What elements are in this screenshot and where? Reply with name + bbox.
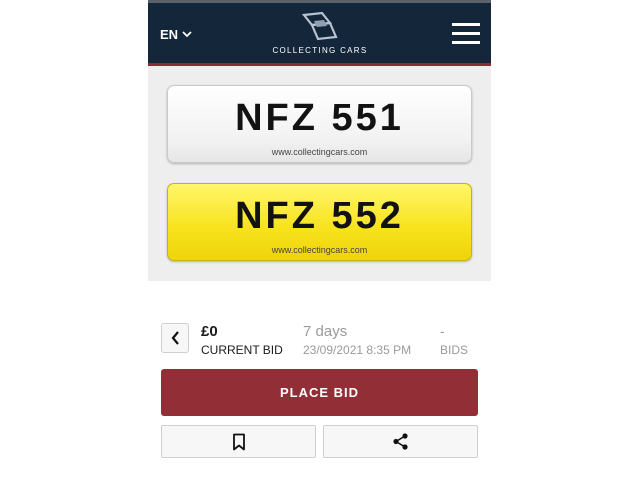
bids-count: - (440, 323, 445, 339)
menu-bar-line (452, 23, 480, 26)
app-screen: EN COLLECTING CARS NFZ 551 www.collectin… (148, 0, 491, 480)
plate-number: NFZ 552 (235, 195, 404, 237)
bids-label: BIDS (440, 343, 469, 357)
share-button[interactable] (323, 425, 478, 458)
menu-button[interactable] (452, 23, 480, 45)
menu-bar-line (452, 32, 480, 35)
number-plate-white: NFZ 551 www.collectingcars.com (167, 85, 472, 163)
language-label: EN (160, 27, 179, 42)
brand-logo[interactable]: COLLECTING CARS (262, 11, 378, 59)
chevron-left-icon (171, 331, 179, 345)
language-selector[interactable]: EN (160, 27, 192, 42)
plate-url: www.collectingcars.com (271, 245, 368, 255)
share-icon (393, 433, 408, 450)
current-bid-label: CURRENT BID (201, 343, 283, 357)
bid-status-bar: £0 CURRENT BID 7 days 23/09/2021 8:35 PM… (148, 320, 491, 360)
place-bid-button[interactable]: PLACE BID (161, 369, 478, 416)
plate-url: www.collectingcars.com (271, 147, 368, 157)
time-remaining: 7 days (303, 323, 348, 340)
current-bid-amount: £0 (201, 323, 218, 340)
logo-mark-icon (301, 11, 338, 41)
chevron-down-icon (182, 31, 192, 38)
bookmark-icon (232, 433, 245, 450)
watch-button[interactable] (161, 425, 316, 458)
listing-image-gallery[interactable]: NFZ 551 www.collectingcars.com NFZ 552 w… (148, 66, 491, 281)
top-navigation-bar: EN COLLECTING CARS (148, 0, 491, 63)
number-plate-yellow: NFZ 552 www.collectingcars.com (167, 183, 472, 261)
plate-number: NFZ 551 (235, 97, 404, 139)
back-button[interactable] (161, 323, 189, 353)
brand-name: COLLECTING CARS (272, 46, 368, 55)
menu-bar-line (452, 41, 480, 44)
auction-end-time: 23/09/2021 8:35 PM (303, 343, 412, 357)
